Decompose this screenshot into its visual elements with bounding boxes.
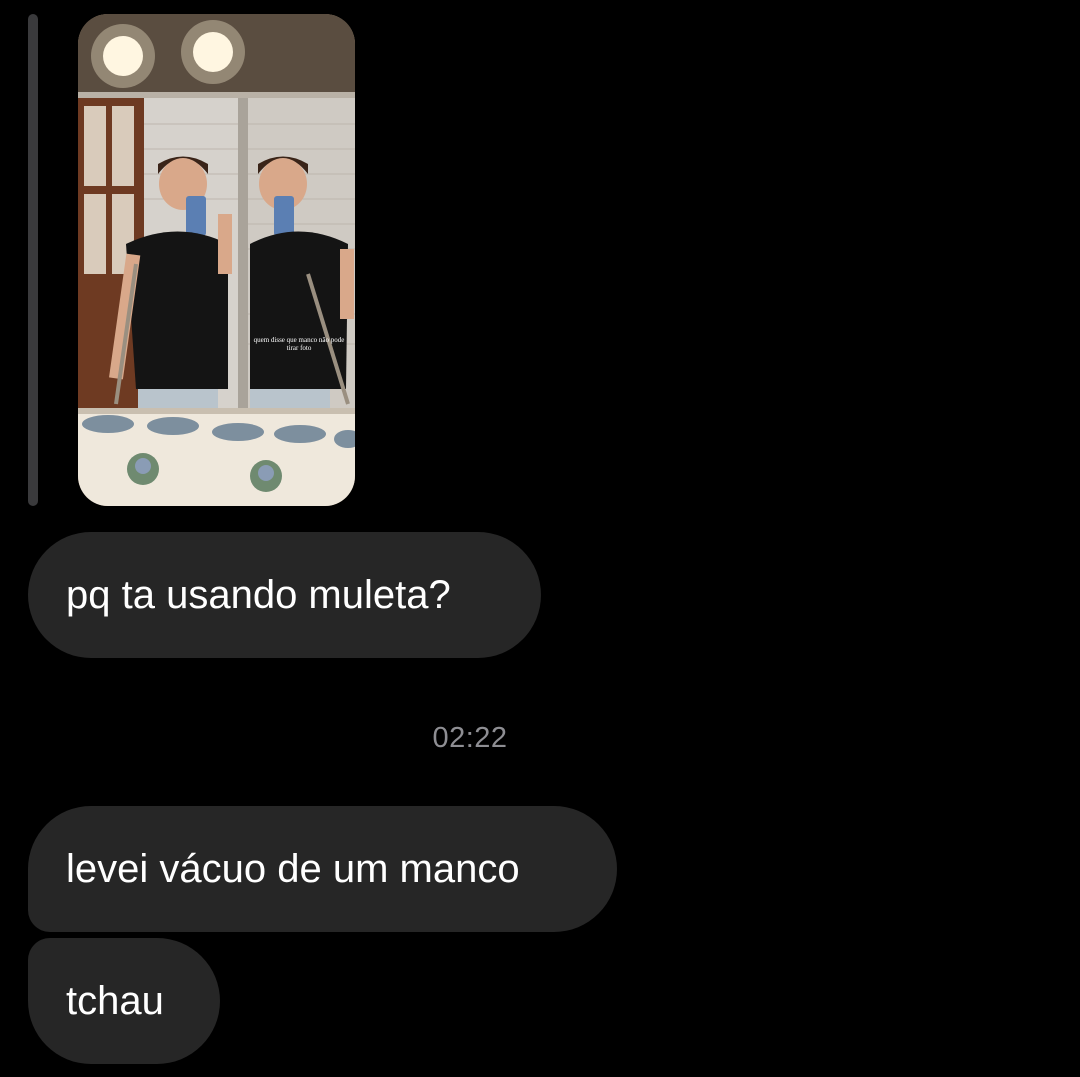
story-caption: quem disse que manco não pode tirar foto — [253, 336, 345, 352]
message-bubble[interactable]: levei vácuo de um manco — [28, 806, 617, 932]
message-bubble[interactable]: pq ta usando muleta? — [28, 532, 541, 658]
message-text: tchau — [66, 979, 164, 1023]
story-photo[interactable]: quem disse que manco não pode tirar foto — [78, 14, 355, 506]
message-timestamp: 02:22 — [432, 722, 508, 754]
mirror-selfie-image — [78, 14, 355, 506]
message-text: pq ta usando muleta? — [66, 573, 451, 617]
message-bubble[interactable]: tchau — [28, 938, 220, 1064]
message-text: levei vácuo de um manco — [66, 847, 520, 891]
story-reply-bar — [28, 14, 38, 506]
